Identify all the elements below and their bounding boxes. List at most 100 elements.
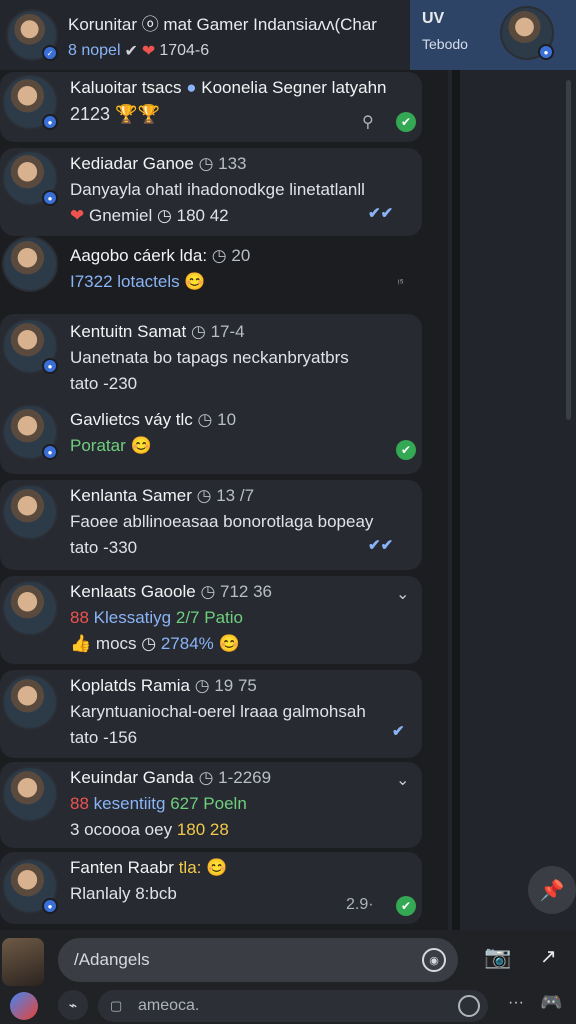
message-text: 88 Klessatiyg 2/7 Patio bbox=[70, 608, 243, 627]
secondary-input[interactable]: ▢ ameoca. bbox=[98, 990, 488, 1022]
verified-icon: ✓ bbox=[42, 45, 58, 61]
message-input-value: /Adangels bbox=[74, 950, 150, 969]
message-text: Poratar 😊 bbox=[70, 436, 152, 455]
avatar[interactable]: ● bbox=[2, 74, 58, 130]
chat-title: Korunitar ⓞ mat Gamer Indansiaᴧᴧ(Char bbox=[68, 14, 377, 34]
search-icon[interactable]: ⚲ bbox=[362, 112, 374, 132]
attach-icon: ⌁ bbox=[68, 996, 78, 1013]
heart-icon: ❤ bbox=[70, 206, 85, 225]
message-item[interactable]: ● Kediadar Ganoe ◷ 133 Danyayla ohatl ih… bbox=[0, 148, 422, 236]
sender-name: Keuindar Ganda ◷ 1-2269 bbox=[70, 768, 272, 787]
double-check-icon: ✔✔ bbox=[368, 537, 394, 554]
badge-icon: ● bbox=[42, 358, 58, 374]
read-check-icon: ✔ bbox=[396, 896, 416, 916]
clock-icon: ◷ bbox=[200, 582, 216, 601]
composer: /Adangels ◉ 📷 ↗ ⌁ ▢ ameoca. ··· 🎮 bbox=[0, 930, 576, 1024]
message-item[interactable]: Kenlaats Gaoole ◷ 712 36 ⌄ 88 Klessatiyg… bbox=[0, 576, 422, 664]
avatar[interactable] bbox=[2, 766, 58, 822]
check-icon: ◷ bbox=[197, 410, 213, 429]
camera-icon[interactable]: 📷 bbox=[484, 944, 511, 970]
more-icon[interactable]: ··· bbox=[508, 994, 524, 1012]
badge-icon: ● bbox=[42, 190, 58, 206]
message-text: Uanetnata bo tapags neckanbryatbrs bbox=[70, 348, 349, 367]
check-icon: ✔ bbox=[392, 723, 405, 740]
group-avatar[interactable]: ✓ bbox=[6, 9, 58, 61]
avatar[interactable] bbox=[2, 580, 58, 636]
emoji-icon: 😊 bbox=[218, 634, 240, 653]
message-meta: ᵎ⁵ bbox=[398, 278, 404, 289]
user-avatar[interactable] bbox=[2, 938, 44, 986]
avatar[interactable]: ● bbox=[2, 150, 58, 206]
message-text: I7322 lotactels 😊 bbox=[70, 272, 206, 291]
message-meta: 3 ocoooa oey 180 28 bbox=[70, 820, 229, 839]
message-meta: 👍 mocs ◷ 2784% 😊 bbox=[70, 634, 240, 653]
clock-icon: ◷ bbox=[196, 486, 212, 505]
message-item[interactable]: ● Fanten Raabr tla: 😊 Rlanlaly 8:bcb 2.9… bbox=[0, 852, 422, 924]
clock-icon: ◷ bbox=[141, 634, 157, 653]
message-meta: tato -330 bbox=[70, 538, 138, 557]
app-logo-icon[interactable] bbox=[10, 992, 38, 1020]
avatar[interactable]: ● bbox=[2, 858, 58, 914]
image-icon: ▢ bbox=[110, 998, 123, 1013]
avatar[interactable] bbox=[2, 236, 58, 292]
chevron-down-icon[interactable]: ⌄ bbox=[396, 770, 409, 790]
header-texts: Korunitar ⓞ mat Gamer Indansiaᴧᴧ(Char 8 … bbox=[68, 10, 377, 61]
clock-icon: ◷ bbox=[198, 768, 214, 787]
scrollbar[interactable] bbox=[566, 80, 571, 420]
clock-icon: ◷ bbox=[157, 206, 172, 225]
avatar[interactable] bbox=[2, 674, 58, 730]
clock-icon: ◷ bbox=[190, 322, 206, 341]
avatar[interactable]: ● bbox=[2, 318, 58, 374]
pane-divider[interactable] bbox=[452, 0, 460, 930]
message-meta: 2.9· bbox=[346, 896, 374, 913]
gamepad-icon[interactable]: 🎮 bbox=[540, 992, 562, 1013]
share-icon[interactable]: ↗ bbox=[540, 944, 557, 969]
message-input[interactable]: /Adangels ◉ bbox=[58, 938, 458, 982]
subtitle-prefix: 8 nopel bbox=[68, 41, 121, 59]
message-text: Rlanlaly 8:bcb bbox=[70, 884, 177, 903]
message-item[interactable]: ● Kaluoitar tsacs ● Koonelia Segner laty… bbox=[0, 72, 422, 142]
pin-button[interactable]: 📌 bbox=[528, 866, 576, 914]
chevron-down-icon[interactable]: ⌄ bbox=[396, 584, 409, 604]
sender-name: Kediadar Ganoe ◷ 133 bbox=[70, 154, 247, 173]
message-item[interactable]: Aagobo cáerk lda: ◷ 20 I7322 lotactels 😊… bbox=[0, 236, 422, 306]
message-item[interactable]: Kenlanta Samer ◷ 13 /7 Faoee abllinoeasa… bbox=[0, 480, 422, 570]
sender-name: Kenlanta Samer ◷ 13 /7 bbox=[70, 486, 255, 505]
clock-icon: ◷ bbox=[194, 676, 210, 695]
heart-icon: ❤ bbox=[141, 42, 156, 60]
message-text: Faoee abllinoeasaa bonorotlaga bopeay bbox=[70, 512, 374, 531]
message-meta: ❤ Gnemiel ◷ 180 42 bbox=[70, 206, 229, 225]
profile-card[interactable]: UV Tebodo ● bbox=[410, 0, 576, 70]
sticker-icon[interactable]: ◉ bbox=[422, 948, 446, 972]
message-meta: tato -156 bbox=[70, 728, 138, 747]
emoji-icon: 😊 bbox=[206, 858, 228, 877]
secondary-input-value: ameoca. bbox=[138, 997, 200, 1014]
badge-icon: ● bbox=[42, 898, 58, 914]
pin-icon: 📌 bbox=[539, 879, 565, 902]
badge-icon: ● bbox=[42, 114, 58, 130]
globe-icon: ● bbox=[186, 78, 197, 97]
message-text: Karyntuaniochal-oerel lraaa galmohsah bbox=[70, 702, 366, 721]
emoji-icon: 👍 bbox=[70, 634, 92, 653]
message-item[interactable]: Keuindar Ganda ◷ 1-2269 ⌄ 88 kesentiitg … bbox=[0, 762, 422, 848]
composer-toolbar: ⌁ ▢ ameoca. ··· 🎮 bbox=[0, 990, 576, 1024]
badge-icon: ● bbox=[42, 444, 58, 460]
avatar[interactable] bbox=[2, 484, 58, 540]
clock-icon: ◷ bbox=[211, 246, 227, 265]
sender-name: Gavlietcs váy tlc ◷ 10 bbox=[70, 410, 237, 429]
attach-button[interactable]: ⌁ bbox=[58, 990, 88, 1020]
sender-name: Kenlaats Gaoole ◷ 712 36 bbox=[70, 582, 273, 601]
sender-name: Kaluoitar tsacs ● Koonelia Segner latyah… bbox=[70, 78, 387, 97]
emoji-picker-icon[interactable] bbox=[458, 995, 480, 1017]
message-meta: tato -230 bbox=[70, 374, 138, 393]
message-item[interactable]: Koplatds Ramia ◷ 19 75 Karyntuaniochal-o… bbox=[0, 670, 422, 758]
message-group[interactable]: ● Kentuitn Samat ◷ 17-4 Uanetnata bo tap… bbox=[0, 314, 422, 474]
chat-header[interactable]: ✓ Korunitar ⓞ mat Gamer Indansiaᴧᴧ(Char … bbox=[0, 0, 410, 70]
right-pane bbox=[448, 0, 576, 930]
avatar[interactable]: ● bbox=[2, 404, 58, 460]
sender-name: Koplatds Ramia ◷ 19 75 bbox=[70, 676, 257, 695]
emoji-icon: 😊 bbox=[184, 272, 206, 291]
message-text: 2123 🏆🏆 bbox=[70, 104, 160, 124]
profile-avatar[interactable]: ● bbox=[500, 6, 554, 60]
read-check-icon: ✔ bbox=[396, 440, 416, 460]
